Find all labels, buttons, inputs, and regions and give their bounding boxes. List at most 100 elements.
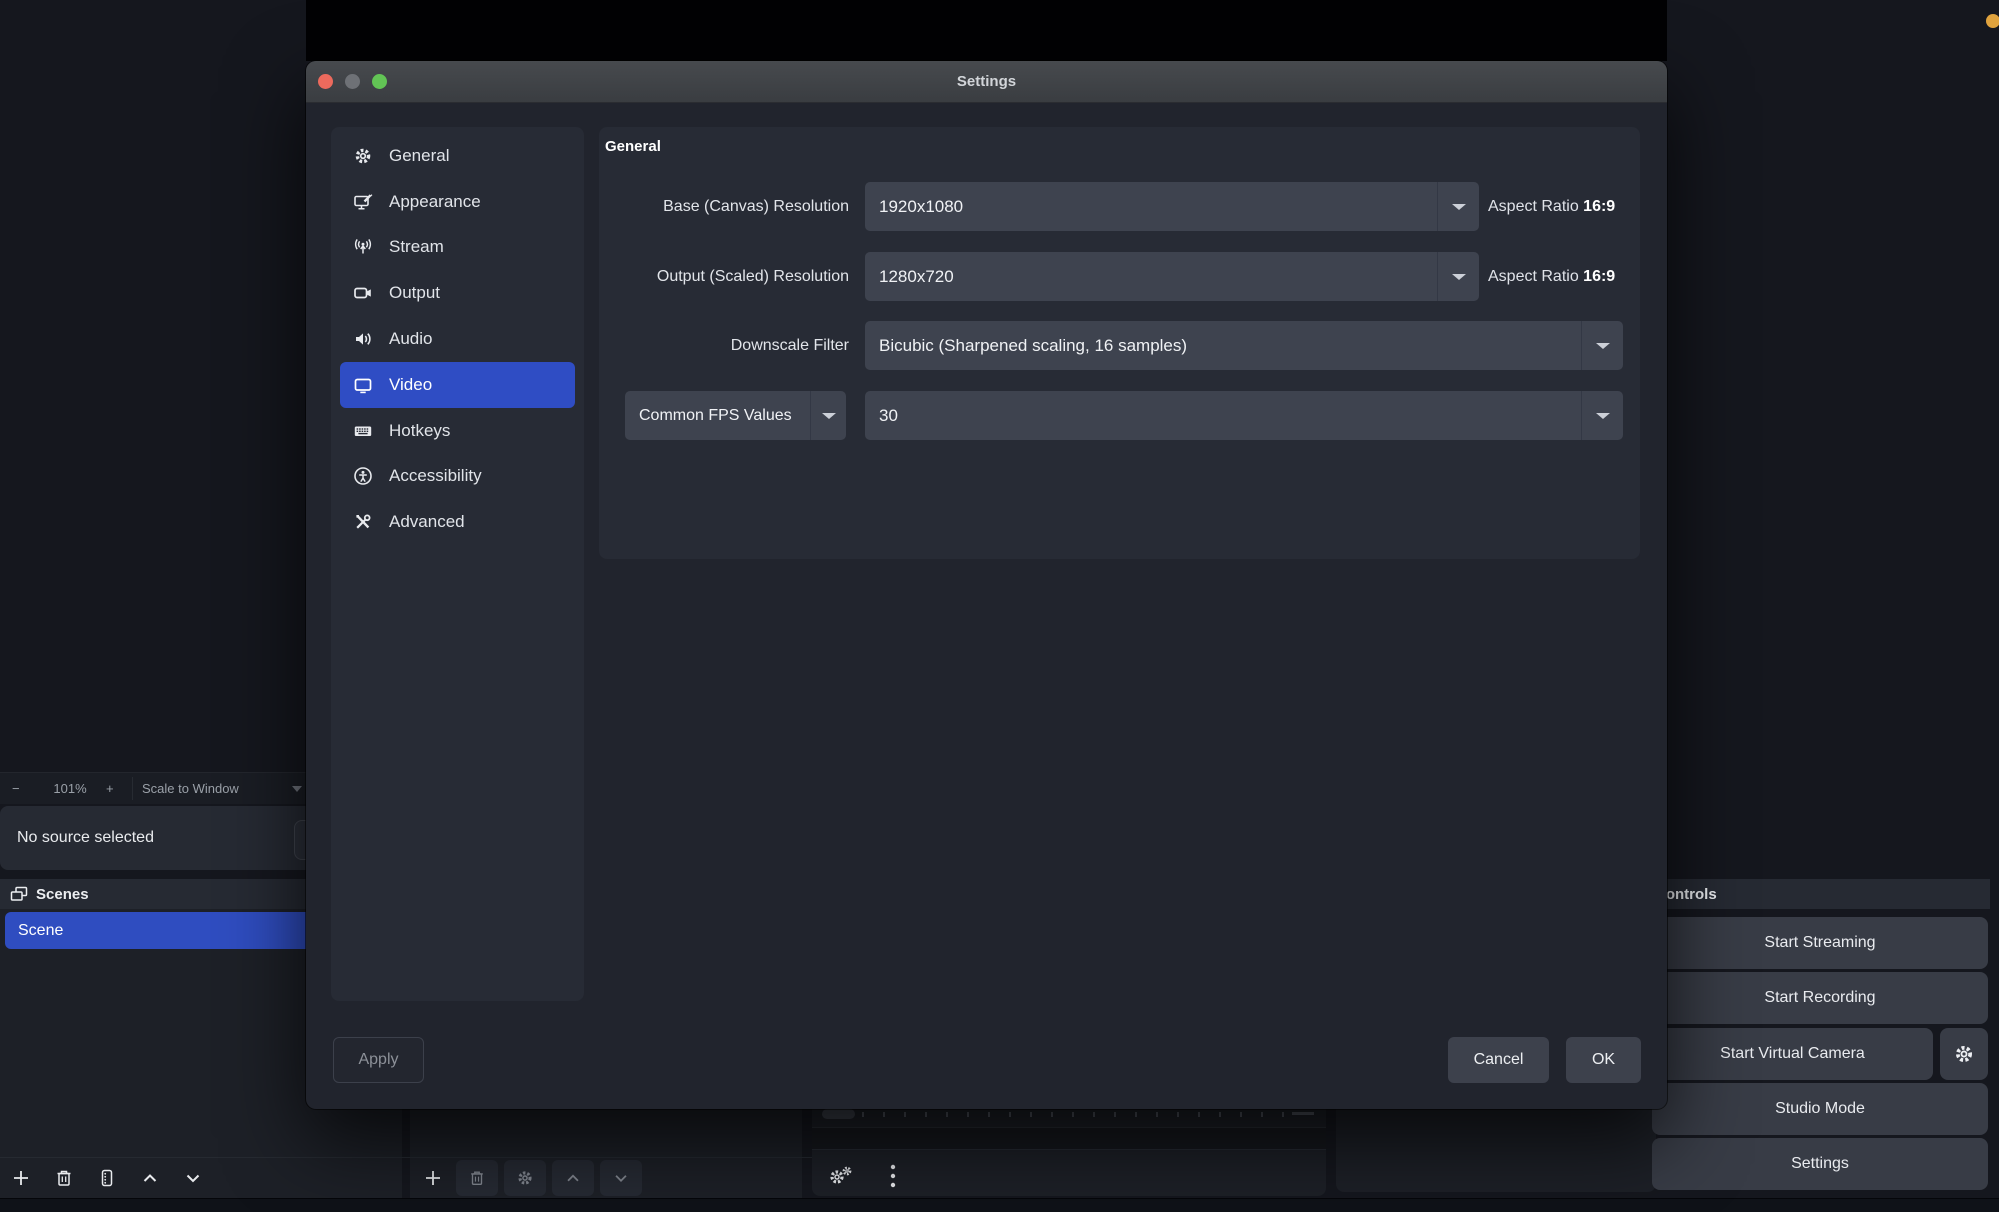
zoom-in-button[interactable]: + xyxy=(106,773,114,804)
dropdown-arrow-button[interactable] xyxy=(1437,182,1479,231)
fps-value-select[interactable]: 30 xyxy=(865,391,1623,440)
output-resolution-value: 1280x720 xyxy=(879,266,954,286)
settings-button[interactable]: Settings xyxy=(1652,1138,1988,1190)
scale-mode-select[interactable]: Scale to Window xyxy=(142,773,239,804)
chevron-down-icon xyxy=(183,1168,203,1188)
move-source-down-button[interactable] xyxy=(600,1160,642,1196)
aspect-ratio-value: 16:9 xyxy=(1583,198,1616,215)
start-streaming-button[interactable]: Start Streaming xyxy=(1652,917,1988,969)
plus-icon xyxy=(423,1168,443,1188)
chevron-down-icon xyxy=(1451,273,1466,280)
volume-meter-scale xyxy=(862,1112,1294,1117)
settings-dialog: Settings General Appearance Stream Outpu… xyxy=(306,61,1667,1109)
gear-icon xyxy=(353,146,373,166)
divider xyxy=(132,777,133,800)
base-resolution-value: 1920x1080 xyxy=(879,196,964,216)
accessibility-icon xyxy=(353,466,373,486)
mixer-settings-button[interactable] xyxy=(826,1165,856,1187)
mixer-menu-button[interactable] xyxy=(882,1164,904,1188)
chevron-down-icon xyxy=(821,412,836,419)
base-resolution-label: Base (Canvas) Resolution xyxy=(663,198,849,215)
gear-icon xyxy=(516,1169,534,1187)
double-gear-icon xyxy=(828,1165,854,1187)
output-resolution-combobox[interactable]: 1280x720 xyxy=(865,252,1479,301)
apply-button[interactable]: Apply xyxy=(333,1037,424,1083)
move-scene-up-button[interactable] xyxy=(139,1167,161,1189)
sidebar-item-general[interactable]: General xyxy=(340,133,575,179)
remove-scene-button[interactable] xyxy=(53,1167,75,1189)
chevron-up-icon xyxy=(564,1169,582,1187)
base-resolution-combobox[interactable]: 1920x1080 xyxy=(865,182,1479,231)
controls-panel: Controls Start Streaming Start Recording… xyxy=(1645,879,1995,1198)
fps-value: 30 xyxy=(879,405,898,425)
keyboard-icon xyxy=(353,421,373,441)
dropdown-arrow-button[interactable] xyxy=(1581,391,1623,440)
sidebar-item-accessibility[interactable]: Accessibility xyxy=(340,454,575,500)
sidebar-item-label: Advanced xyxy=(389,512,465,532)
chevron-down-icon xyxy=(1595,342,1610,349)
dropdown-arrow-button[interactable] xyxy=(1437,252,1479,301)
dialog-title: Settings xyxy=(956,73,1017,90)
no-source-label: No source selected xyxy=(17,829,154,846)
move-scene-down-button[interactable] xyxy=(182,1167,204,1189)
sidebar-item-output[interactable]: Output xyxy=(340,270,575,316)
sidebar-item-label: Hotkeys xyxy=(389,420,451,440)
add-scene-button[interactable] xyxy=(10,1167,32,1189)
aspect-ratio-value: 16:9 xyxy=(1583,268,1616,285)
aspect-ratio-label: Aspect Ratio xyxy=(1488,268,1579,285)
source-properties-button[interactable] xyxy=(504,1160,546,1196)
mixer-toolbar xyxy=(812,1156,1340,1196)
filter-icon xyxy=(97,1168,117,1188)
controls-panel-header: Controls xyxy=(1645,879,1990,909)
sources-toolbar xyxy=(410,1157,814,1198)
downscale-filter-select[interactable]: Bicubic (Sharpened scaling, 16 samples) xyxy=(865,321,1623,370)
status-bar xyxy=(0,1198,1999,1212)
add-source-button[interactable] xyxy=(422,1167,444,1189)
fps-type-select[interactable]: Common FPS Values xyxy=(625,391,846,440)
chevron-down-icon xyxy=(612,1169,630,1187)
sidebar-item-stream[interactable]: Stream xyxy=(340,225,575,271)
output-resolution-label: Output (Scaled) Resolution xyxy=(656,268,849,285)
studio-mode-button[interactable]: Studio Mode xyxy=(1652,1083,1988,1135)
broadcast-icon xyxy=(353,237,373,257)
trash-icon xyxy=(468,1169,486,1187)
ok-button[interactable]: OK xyxy=(1566,1037,1641,1083)
dropdown-arrow-button[interactable] xyxy=(810,391,846,440)
sidebar-item-label: Stream xyxy=(389,237,444,257)
aspect-ratio-readout: Aspect Ratio 16:9 xyxy=(1488,264,1615,289)
sidebar-item-video[interactable]: Video xyxy=(340,361,575,408)
zoom-out-button[interactable]: − xyxy=(12,773,20,804)
aspect-ratio-readout: Aspect Ratio 16:9 xyxy=(1488,194,1615,219)
mixer-recess xyxy=(812,1128,1326,1149)
sidebar-item-appearance[interactable]: Appearance xyxy=(340,179,575,225)
sidebar-item-hotkeys[interactable]: Hotkeys xyxy=(340,408,575,454)
volume-slider-handle[interactable] xyxy=(822,1109,855,1119)
settings-sidebar: General Appearance Stream Output Audio V… xyxy=(331,127,584,1001)
sidebar-item-advanced[interactable]: Advanced xyxy=(340,499,575,545)
scene-list-item[interactable]: Scene xyxy=(5,912,312,949)
virtual-camera-config-button[interactable] xyxy=(1940,1028,1988,1080)
aspect-ratio-label: Aspect Ratio xyxy=(1488,198,1579,215)
cancel-button[interactable]: Cancel xyxy=(1448,1037,1549,1083)
dropdown-arrow-button[interactable] xyxy=(1581,321,1623,370)
remove-source-button[interactable] xyxy=(456,1160,498,1196)
scenes-icon xyxy=(10,886,28,902)
move-source-up-button[interactable] xyxy=(552,1160,594,1196)
preview-zoom-toolbar: − 101% + Scale to Window xyxy=(0,772,306,804)
chevron-down-icon[interactable] xyxy=(292,786,302,792)
downscale-filter-value: Bicubic (Sharpened scaling, 16 samples) xyxy=(879,335,1188,355)
scenes-panel-title: Scenes xyxy=(36,885,89,903)
section-heading: General xyxy=(605,138,661,155)
dialog-titlebar[interactable]: Settings xyxy=(306,61,1667,103)
chevron-up-icon xyxy=(140,1168,160,1188)
scene-filters-button[interactable] xyxy=(96,1167,118,1189)
fps-type-value: Common FPS Values xyxy=(639,406,792,424)
zoom-level: 101% xyxy=(53,781,87,796)
downscale-filter-label: Downscale Filter xyxy=(730,337,849,354)
start-recording-button[interactable]: Start Recording xyxy=(1652,972,1988,1024)
video-preview-canvas xyxy=(306,0,1667,61)
start-virtual-camera-button[interactable]: Start Virtual Camera xyxy=(1652,1028,1933,1080)
sidebar-item-audio[interactable]: Audio xyxy=(340,316,575,362)
scrollbar-fragment[interactable] xyxy=(1292,1112,1314,1115)
speaker-icon xyxy=(353,329,373,349)
